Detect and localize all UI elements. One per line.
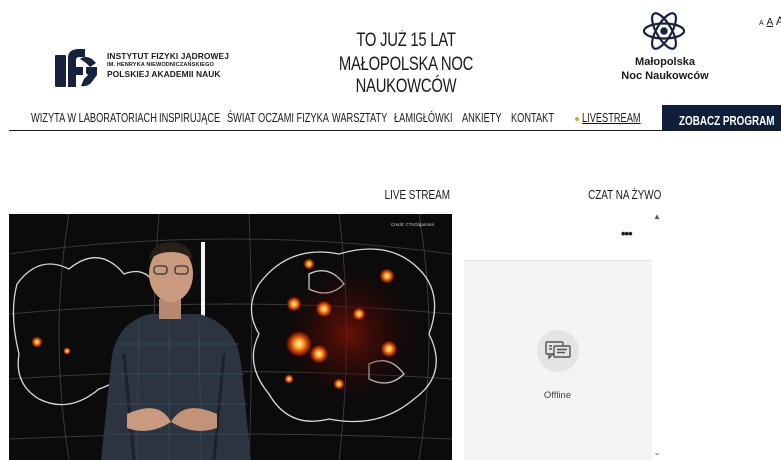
more-dots-icon[interactable]: ••• [621,226,633,241]
program-button-label: ZOBACZ PROGRAM [679,112,775,128]
live-indicator-icon [575,117,579,121]
nav-divider [9,130,781,131]
scroll-down-icon[interactable]: ⌄ [652,448,662,457]
video-frame [9,214,452,460]
font-size-medium[interactable]: A [766,17,773,28]
institute-name-line1: INSTYTUT FIZYKI JĄDROWEJ [107,51,229,61]
nav-item-livestream[interactable]: LIVESTREAM [582,111,641,125]
video-credit: Credit: CTAO/gamma [391,222,434,227]
chat-heading: CZAT NA ŻYWO [587,187,661,202]
font-size-small[interactable]: A [759,20,764,27]
scroll-up-icon[interactable]: ▲ [652,212,662,221]
live-stream-heading: LIVE STREAM [384,187,450,202]
event-logo-text[interactable]: Małopolska Noc Naukowców [605,55,725,83]
font-size-controls: A A A [759,14,781,28]
font-size-large[interactable]: A [776,14,781,28]
nav-item-kontakt[interactable]: KONTAKT [511,111,554,125]
ifj-logo-icon[interactable] [55,45,99,87]
chat-status: Offline [543,390,572,401]
institute-name-line3: POLSKIEJ AKADEMII NAUK [107,69,221,79]
program-button[interactable]: ZOBACZ PROGRAM [662,105,781,130]
institute-name: INSTYTUT FIZYKI JĄDROWEJ IM. HENRYKA NIE… [107,52,229,79]
event-logo-line2: Noc Naukowców [621,70,709,82]
nav-item-wizyta[interactable]: WIZYTA W LABORATORIACH [31,111,157,125]
atom-icon[interactable] [641,9,687,53]
nav-item-swiat[interactable]: ŚWIAT OCZAMI FIZYKA [227,111,329,125]
page-title: TO JUŻ 15 LAT MAŁOPOLSKA NOC NAUKOWCÓW [278,30,534,98]
event-logo-line1: Małopolska [635,56,695,68]
page-title-line1: TO JUŻ 15 LAT [356,30,456,51]
chat-bubble-icon [537,330,579,372]
page-title-line2: MAŁOPOLSKA NOC NAUKOWCÓW [338,54,474,97]
nav-item-ankiety[interactable]: ANKIETY [462,111,502,125]
nav-item-inspirujace[interactable]: INSPIRUJĄCE [159,111,220,125]
nav-item-lamiglowki[interactable]: ŁAMIGŁÓWKI [394,111,453,125]
video-player[interactable] [9,214,452,460]
chat-scrollbar[interactable] [652,213,662,460]
nav-item-warsztaty[interactable]: WARSZTATY [332,111,387,125]
